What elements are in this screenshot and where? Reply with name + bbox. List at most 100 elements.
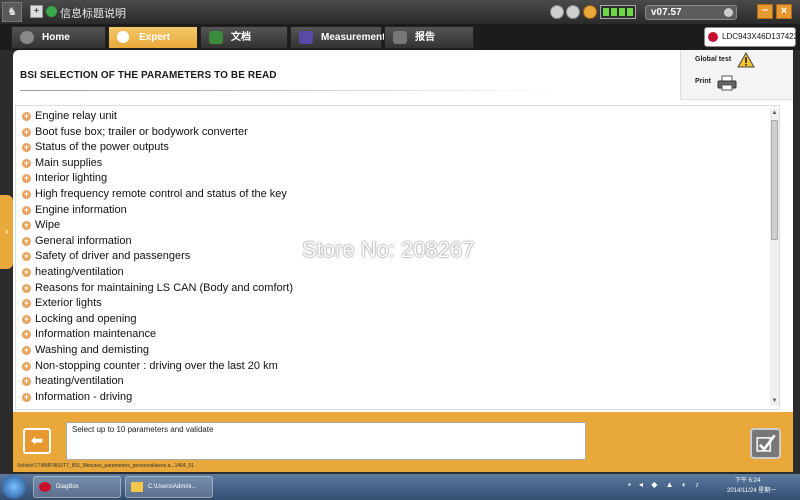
item-label: High frequency remote control and status… (35, 187, 287, 200)
expand-icon[interactable]: + (22, 127, 31, 137)
expand-icon[interactable]: + (22, 283, 31, 293)
minimize-button[interactable]: – (757, 4, 773, 19)
panel-actions: Global test Print (680, 50, 793, 100)
list-item[interactable]: + Locking and opening (22, 312, 767, 328)
print-label: Print (695, 78, 711, 85)
tab-home[interactable]: Home (11, 26, 106, 49)
expand-icon[interactable]: + (22, 330, 31, 340)
item-label: Exterior lights (35, 297, 102, 310)
document-icon (209, 31, 223, 44)
expand-icon[interactable]: + (22, 112, 31, 121)
expand-icon[interactable]: + (22, 205, 31, 215)
item-label: Safety of driver and passengers (35, 250, 191, 263)
list-item[interactable]: + Reasons for maintaining LS CAN (Body an… (22, 281, 767, 297)
list-item[interactable]: + Information maintenance (22, 327, 767, 343)
validate-button[interactable] (750, 428, 781, 459)
expand-icon[interactable]: + (22, 267, 31, 277)
toolbar-home-button[interactable]: + (30, 5, 43, 18)
settings-icon[interactable] (583, 5, 597, 19)
system-tray-icons[interactable]: ▪ ◂ ◆ ▲ ◐ ♪ (628, 480, 702, 489)
clock-date[interactable]: 2014/11/24 星期一 (727, 485, 776, 494)
print-button[interactable]: Print (695, 78, 711, 85)
info-icon (46, 6, 57, 17)
scroll-down-icon[interactable]: ▼ (770, 397, 779, 406)
vehicle-status-icon (708, 32, 718, 42)
item-label: Reasons for maintaining LS CAN (Body and… (35, 281, 294, 294)
back-button[interactable]: ⬅ (23, 428, 51, 454)
vin-badge: LDC943X46D1374238 (704, 27, 800, 47)
list-item[interactable]: + Engine information (22, 203, 767, 219)
printer-icon[interactable] (717, 75, 737, 91)
expand-icon[interactable]: + (22, 361, 31, 371)
item-label: Non-stopping counter : driving over the … (35, 359, 278, 372)
expand-icon[interactable]: + (22, 221, 31, 231)
list-item[interactable]: + heating/ventilation (22, 374, 767, 390)
expand-icon[interactable]: + (22, 299, 31, 309)
battery-icon (600, 5, 636, 19)
status-path: Vehicle\T7\BMF\BSI\T7_BSI_Mesures_parame… (17, 463, 195, 469)
tab-documents[interactable]: 文档 (200, 26, 288, 49)
waveform-icon (299, 31, 313, 44)
windows-taskbar: DiagBox C:\Users\Admini... ▪ ◂ ◆ ▲ ◐ ♪ 下… (0, 474, 800, 500)
version-indicator: v07.57 (645, 5, 737, 20)
vin-label: LDC943X46D1374238 (722, 32, 800, 41)
list-item[interactable]: + Main supplies (22, 156, 767, 172)
tab-expert[interactable]: Expert (108, 26, 198, 49)
list-item[interactable]: + High frequency remote control and statu… (22, 187, 767, 203)
warning-icon[interactable] (737, 52, 755, 68)
item-label: Locking and opening (35, 312, 137, 325)
list-item[interactable]: + Engine relay unit (22, 109, 767, 125)
close-button[interactable]: × (776, 4, 792, 19)
list-item[interactable]: + Information - driving (22, 390, 767, 406)
version-label: v07.57 (651, 7, 682, 18)
tab-report[interactable]: 报告 (384, 26, 474, 49)
global-test-button[interactable]: Global test (695, 56, 731, 63)
item-label: Status of the power outputs (35, 141, 169, 154)
title-bar: ♞ + 信息标题说明 v07.57 – × (0, 0, 800, 24)
list-item[interactable]: + heating/ventilation (22, 265, 767, 281)
expand-icon[interactable]: + (22, 236, 31, 246)
list-item[interactable]: + Non-stopping counter : driving over the… (22, 359, 767, 375)
report-icon (393, 31, 407, 44)
item-label: Engine relay unit (35, 110, 117, 122)
item-label: Washing and demisting (35, 343, 149, 356)
side-panel-toggle[interactable]: › (0, 195, 13, 269)
expand-icon[interactable]: + (22, 174, 31, 184)
list-item[interactable]: + Washing and demisting (22, 343, 767, 359)
scroll-up-icon[interactable]: ▲ (770, 109, 779, 118)
list-item[interactable]: + Boot fuse box; trailer or bodywork conv… (22, 125, 767, 141)
task-label: C:\Users\Admini... (148, 484, 197, 490)
tab-label: Measurements (321, 32, 392, 43)
item-label: Boot fuse box; trailer or bodywork conve… (35, 125, 248, 138)
version-knob-icon (724, 8, 733, 17)
list-item[interactable]: + Status of the power outputs (22, 140, 767, 156)
expand-icon[interactable]: + (22, 158, 31, 168)
power-icon[interactable] (550, 5, 564, 19)
expand-icon[interactable]: + (22, 189, 31, 199)
parameter-panel: BSI SELECTION OF THE PARAMETERS TO BE RE… (13, 50, 793, 412)
expand-icon[interactable]: + (22, 252, 31, 262)
scroll-thumb[interactable] (771, 120, 778, 240)
expand-icon[interactable]: + (22, 143, 31, 153)
list-item[interactable]: + Interior lighting (22, 171, 767, 187)
expand-icon[interactable]: + (22, 345, 31, 355)
list-item[interactable]: + Exterior lights (22, 296, 767, 312)
global-test-label: Global test (695, 56, 732, 63)
expand-icon[interactable]: + (22, 392, 31, 402)
list-item[interactable]: + Wipe (22, 218, 767, 234)
main-tabs: Home Expert 文档 Measurements 报告 LDC943X46… (0, 24, 800, 50)
taskbar-item-explorer[interactable]: C:\Users\Admini... (125, 476, 213, 498)
footer-bar: ⬅ Select up to 10 parameters and validat… (13, 412, 793, 472)
list-scrollbar[interactable]: ▲ ▼ (770, 109, 779, 406)
start-button[interactable] (2, 475, 26, 499)
help-icon[interactable] (566, 5, 580, 19)
tab-measurements[interactable]: Measurements (290, 26, 391, 49)
expand-icon[interactable]: + (22, 377, 31, 387)
item-label: Interior lighting (35, 172, 108, 185)
clock-time[interactable]: 下午 6:24 (735, 475, 760, 484)
title-divider (20, 90, 560, 91)
peugeot-logo-icon: ♞ (2, 2, 22, 22)
taskbar-item-diagbox[interactable]: DiagBox (33, 476, 121, 498)
folder-icon (131, 482, 143, 492)
expand-icon[interactable]: + (22, 314, 31, 324)
